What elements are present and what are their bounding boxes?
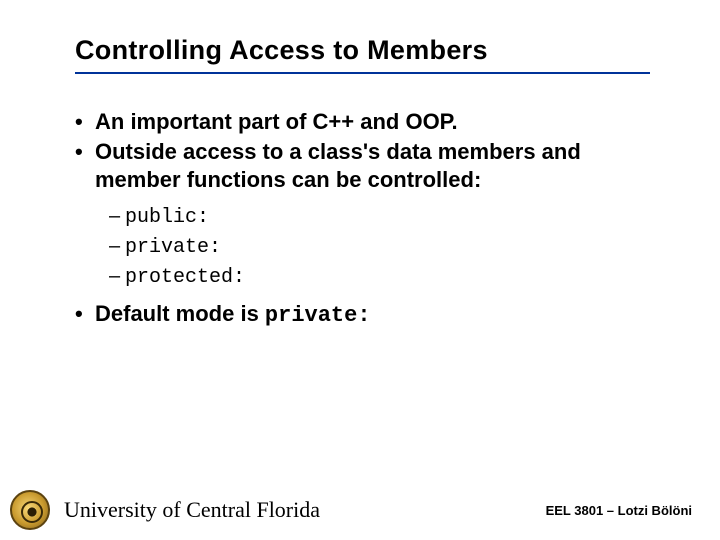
code-text: protected:	[125, 266, 245, 289]
code-text: private:	[265, 303, 371, 328]
bullet-item: Outside access to a class's data members…	[75, 138, 660, 194]
bullet-text: Default mode is	[95, 301, 265, 326]
bullet-item: Default mode is private:	[75, 300, 660, 330]
ucf-seal-icon	[10, 490, 50, 530]
bullet-item: An important part of C++ and OOP.	[75, 108, 660, 136]
footer: University of Central Florida EEL 3801 –…	[0, 480, 720, 540]
slide-title: Controlling Access to Members	[75, 35, 660, 66]
title-underline	[75, 72, 650, 74]
code-text: public:	[125, 206, 209, 229]
sub-bullet-item: private:	[109, 232, 660, 262]
slide: Controlling Access to Members An importa…	[0, 0, 720, 540]
university-name: University of Central Florida	[64, 497, 320, 523]
slide-content: An important part of C++ and OOP. Outsid…	[75, 108, 660, 331]
sub-bullet-item: protected:	[109, 262, 660, 292]
sub-bullet-item: public:	[109, 202, 660, 232]
sub-bullet-group: public: private: protected:	[109, 202, 660, 292]
course-label: EEL 3801 – Lotzi Bölöni	[546, 503, 692, 518]
code-text: private:	[125, 236, 221, 259]
